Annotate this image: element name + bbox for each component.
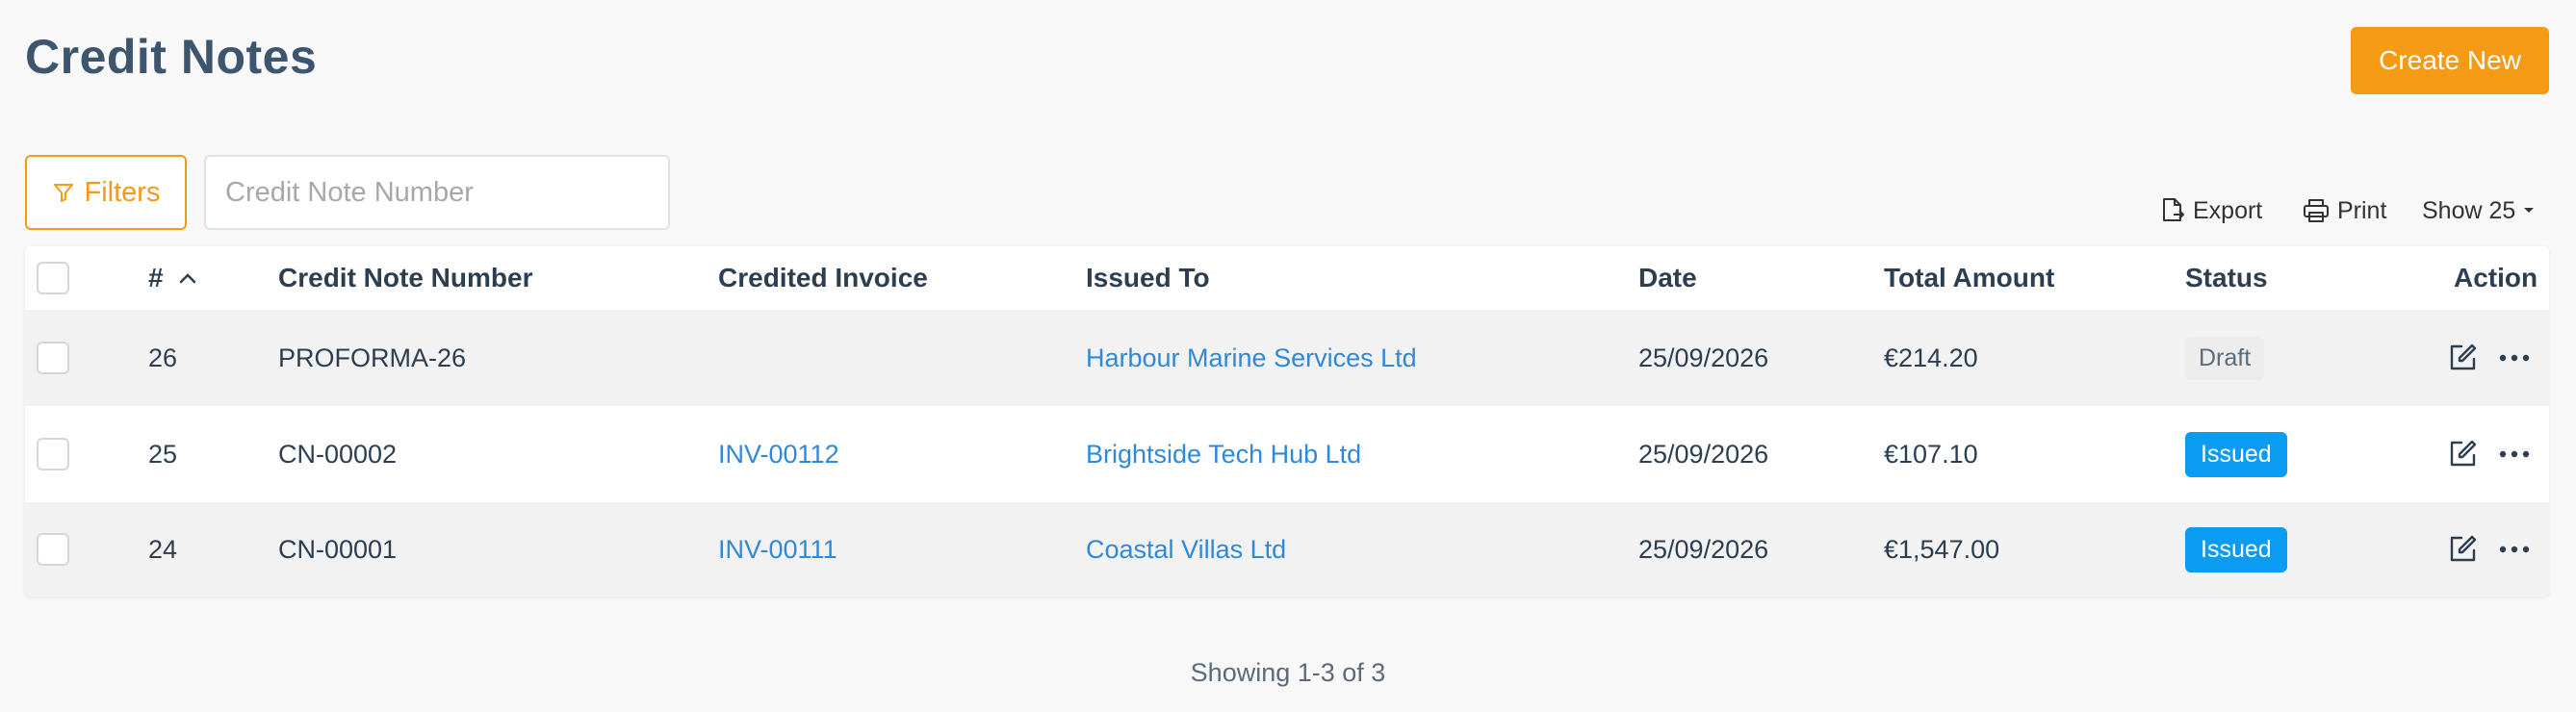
- total-amount-value: €214.20: [1884, 343, 1978, 372]
- row-checkbox[interactable]: [37, 342, 69, 374]
- issued-to-link[interactable]: Coastal Villas Ltd: [1086, 502, 1286, 597]
- status-badge: Issued: [2185, 526, 2287, 572]
- table-header-row: # Credit Note Number Credited Invoice Is…: [25, 246, 2549, 310]
- status-badge: Draft: [2185, 336, 2265, 380]
- column-header-number[interactable]: #: [148, 246, 196, 310]
- edit-icon[interactable]: [2447, 343, 2478, 373]
- issued-to-link[interactable]: Brightside Tech Hub Ltd: [1086, 406, 1361, 502]
- row-checkbox[interactable]: [37, 438, 69, 470]
- credit-notes-table: # Credit Note Number Credited Invoice Is…: [25, 246, 2549, 597]
- export-icon: [2160, 197, 2185, 224]
- filters-label: Filters: [84, 176, 161, 208]
- more-icon[interactable]: [2499, 546, 2530, 553]
- page-title: Credit Notes: [25, 30, 318, 84]
- edit-icon[interactable]: [2447, 534, 2478, 565]
- show-count-dropdown[interactable]: Show 25: [2422, 193, 2535, 228]
- filter-icon: [52, 181, 75, 204]
- column-header-issued-to: Issued To: [1086, 263, 1210, 292]
- print-icon: [2303, 198, 2330, 223]
- total-amount-value: €107.10: [1884, 439, 1978, 469]
- edit-icon[interactable]: [2447, 439, 2478, 470]
- more-icon[interactable]: [2499, 354, 2530, 362]
- column-header-status: Status: [2185, 263, 2268, 292]
- column-header-credit-note-number: Credit Note Number: [278, 263, 533, 292]
- select-all-checkbox[interactable]: [37, 262, 69, 294]
- row-checkbox[interactable]: [37, 533, 69, 566]
- show-count-label: Show 25: [2422, 196, 2516, 224]
- print-label: Print: [2337, 196, 2387, 224]
- column-header-total-amount: Total Amount: [1884, 263, 2055, 292]
- issued-to-link[interactable]: Harbour Marine Services Ltd: [1086, 310, 1417, 406]
- caret-down-icon: [2523, 207, 2535, 215]
- column-header-date: Date: [1638, 263, 1697, 292]
- row-number: 26: [148, 343, 178, 372]
- create-new-button[interactable]: Create New: [2351, 27, 2549, 94]
- credited-invoice-link[interactable]: INV-00111: [718, 502, 837, 597]
- credit-note-search-input[interactable]: [204, 155, 670, 230]
- date-value: 25/09/2026: [1638, 343, 1769, 372]
- row-number: 24: [148, 534, 178, 564]
- table-row: 24 CN-00001 INV-00111 Coastal Villas Ltd…: [25, 502, 2549, 597]
- sort-asc-icon: [179, 272, 196, 284]
- credit-note-number: PROFORMA-26: [278, 343, 467, 372]
- export-label: Export: [2193, 196, 2263, 224]
- row-number: 25: [148, 439, 178, 469]
- credited-invoice-link[interactable]: INV-00112: [718, 406, 839, 502]
- date-value: 25/09/2026: [1638, 534, 1769, 564]
- table-row: 25 CN-00002 INV-00112 Brightside Tech Hu…: [25, 406, 2549, 502]
- credit-note-number: CN-00002: [278, 439, 398, 469]
- table-row: 26 PROFORMA-26 Harbour Marine Services L…: [25, 310, 2549, 406]
- export-button[interactable]: Export: [2160, 193, 2262, 228]
- column-header-credited-invoice: Credited Invoice: [718, 263, 928, 292]
- print-button[interactable]: Print: [2303, 193, 2386, 228]
- date-value: 25/09/2026: [1638, 439, 1769, 469]
- credit-note-number: CN-00001: [278, 534, 398, 564]
- filters-button[interactable]: Filters: [25, 155, 187, 230]
- status-badge: Issued: [2185, 431, 2287, 477]
- total-amount-value: €1,547.00: [1884, 534, 2000, 564]
- column-header-action: Action: [2454, 263, 2538, 292]
- more-icon[interactable]: [2499, 450, 2530, 458]
- pagination-summary: Showing 1-3 of 3: [1190, 658, 1386, 687]
